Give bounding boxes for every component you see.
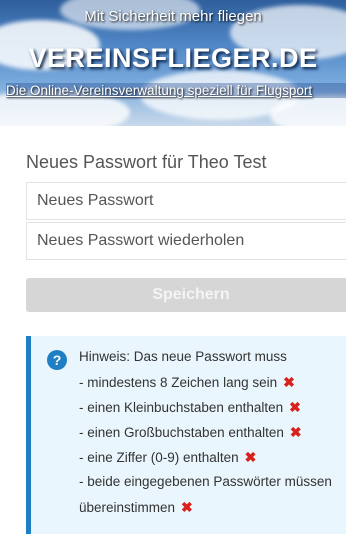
repeat-password-input[interactable] bbox=[26, 222, 346, 260]
requirement-text: - mindestens 8 Zeichen lang sein bbox=[79, 375, 278, 390]
requirement-match: - beide eingegebenen Passwörter müssen bbox=[79, 474, 332, 489]
fail-x-icon: ✖ bbox=[244, 449, 257, 465]
requirement-text: - einen Kleinbuchstaben enthalten bbox=[79, 400, 284, 415]
site-logo: VEREINSFLIEGER.DE bbox=[28, 43, 318, 73]
fail-x-icon: ✖ bbox=[283, 374, 295, 390]
banner-subtitle: Die Online-Vereinsverwaltung speziell fü… bbox=[6, 83, 346, 98]
fail-x-icon: ✖ bbox=[289, 399, 301, 415]
requirement-text: - beide eingegebenen Passwörter müssen bbox=[79, 474, 332, 489]
requirement-lowercase: - einen Kleinbuchstaben enthalten ✖ bbox=[79, 399, 301, 416]
save-button[interactable]: Speichern bbox=[26, 278, 346, 312]
requirement-text: - eine Ziffer (0-9) enthalten bbox=[79, 450, 239, 465]
page-title: Neues Passwort für Theo Test bbox=[26, 152, 267, 172]
fail-x-icon: ✖ bbox=[181, 499, 193, 515]
requirement-text: - einen Großbuchstaben enthalten bbox=[79, 425, 284, 440]
question-circle-icon: ? bbox=[47, 350, 67, 370]
fail-x-icon: ✖ bbox=[289, 424, 302, 440]
password-requirements-box: ? Hinweis: Das neue Passwort muss - mind… bbox=[26, 336, 346, 534]
requirement-text: übereinstimmen bbox=[79, 500, 176, 515]
requirement-match-continued: übereinstimmen ✖ bbox=[79, 499, 193, 516]
requirement-uppercase: - einen Großbuchstaben enthalten ✖ bbox=[79, 424, 302, 441]
header-banner: Mit Sicherheit mehr fliegen VEREINSFLIEG… bbox=[0, 0, 346, 126]
new-password-input[interactable] bbox=[26, 182, 346, 220]
requirement-length: - mindestens 8 Zeichen lang sein ✖ bbox=[79, 374, 295, 391]
banner-tagline: Mit Sicherheit mehr fliegen bbox=[84, 8, 262, 25]
hint-text: Hinweis: Das neue Passwort muss bbox=[79, 349, 287, 364]
requirement-digit: - eine Ziffer (0-9) enthalten ✖ bbox=[79, 449, 256, 466]
